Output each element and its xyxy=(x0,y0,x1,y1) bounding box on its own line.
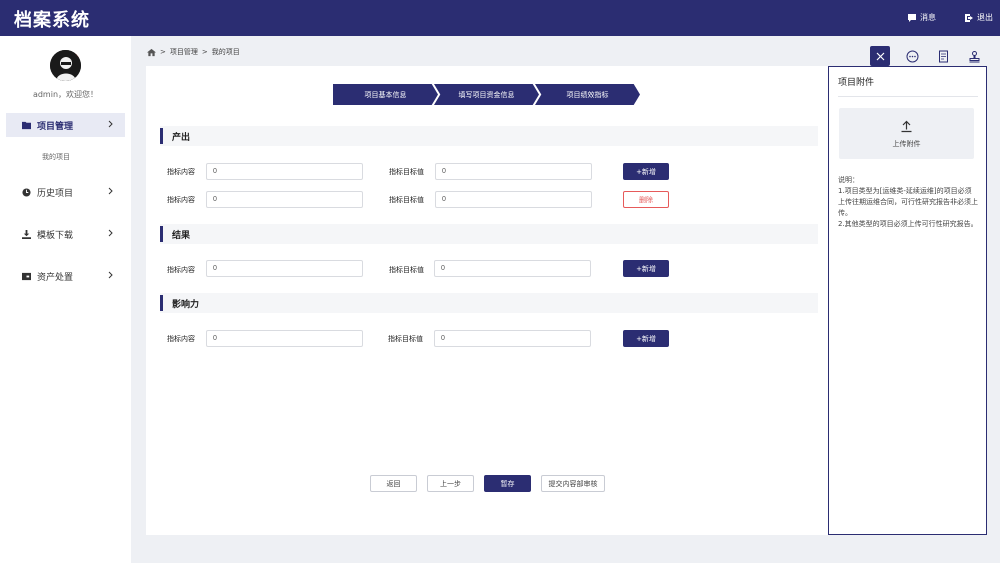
indicator-target-input[interactable] xyxy=(435,191,592,208)
asset-icon xyxy=(22,272,31,280)
content-label: 指标内容 xyxy=(167,335,195,343)
sidebar-item-template-download[interactable]: 模板下载 xyxy=(6,222,125,246)
content-label: 指标内容 xyxy=(167,196,195,204)
chevron-right-icon xyxy=(108,187,113,195)
note-item: 2.其他类型的项目必须上传可行性研究报告。 xyxy=(838,220,978,228)
document-button[interactable] xyxy=(933,46,953,66)
section-accent-bar xyxy=(160,226,163,242)
sidebar-item-label: 项目管理 xyxy=(37,121,74,132)
close-icon xyxy=(876,52,884,60)
chat-icon xyxy=(908,13,916,22)
prev-step-button[interactable]: 上一步 xyxy=(427,475,474,492)
stamp-button[interactable] xyxy=(964,46,984,66)
add-row-button[interactable]: +新增 xyxy=(623,330,669,347)
document-icon xyxy=(938,50,948,62)
add-row-button[interactable]: +新增 xyxy=(623,163,669,180)
avatar[interactable] xyxy=(50,50,81,81)
more-icon xyxy=(906,50,918,62)
section-accent-bar xyxy=(160,295,163,311)
step-funding-info[interactable]: 填写项目资金信息 xyxy=(434,84,539,105)
sidebar-item-project-management[interactable]: 项目管理 xyxy=(6,113,125,137)
sidebar-item-asset-disposal[interactable]: 资产处置 xyxy=(6,264,125,288)
target-label: 指标目标值 xyxy=(389,266,424,274)
sidebar-item-label: 历史项目 xyxy=(37,188,74,199)
breadcrumb-item[interactable]: 项目管理 xyxy=(170,47,198,57)
section-output: 产出 xyxy=(160,126,818,146)
section-result: 结果 xyxy=(160,224,818,244)
delete-row-button[interactable]: 删除 xyxy=(623,191,669,208)
avatar-image xyxy=(50,50,81,81)
section-title: 产出 xyxy=(172,133,191,143)
attachment-panel: 项目附件 上传附件 说明： 1.项目类型为[运维类-延续运维]的项目必须上传往期… xyxy=(828,66,987,535)
indicator-content-input[interactable] xyxy=(206,330,363,347)
messages-button[interactable]: 消息 xyxy=(907,12,936,23)
logout-button[interactable]: 退出 xyxy=(964,12,993,23)
sidebar-item-label: 模板下载 xyxy=(37,230,74,241)
step-basic-info[interactable]: 项目基本信息 xyxy=(333,84,438,105)
indicator-content-input[interactable] xyxy=(206,191,363,208)
sidebar-item-history[interactable]: 历史项目 xyxy=(6,180,125,204)
section-accent-bar xyxy=(160,128,163,144)
upload-attachment-button[interactable]: 上传附件 xyxy=(839,108,974,159)
breadcrumb: > 项目管理 > 我的项目 xyxy=(147,47,240,57)
stamp-icon xyxy=(969,50,979,62)
indicator-content-input[interactable] xyxy=(206,260,363,277)
top-bar: 档案系统 消息 退出 xyxy=(0,0,1000,36)
content-label: 指标内容 xyxy=(167,266,195,274)
folder-icon xyxy=(22,121,31,129)
sidebar-item-label: 资产处置 xyxy=(37,272,74,283)
section-title: 结果 xyxy=(172,231,191,241)
close-panel-button[interactable] xyxy=(870,46,890,66)
save-draft-button[interactable]: 暂存 xyxy=(484,475,531,492)
user-greeting: admin，欢迎您！ xyxy=(32,90,99,99)
add-row-button[interactable]: +新增 xyxy=(623,260,669,277)
panel-title: 项目附件 xyxy=(838,78,875,88)
target-label: 指标目标值 xyxy=(389,168,424,176)
target-label: 指标目标值 xyxy=(388,335,423,343)
clock-icon xyxy=(22,187,31,197)
step-performance-indicators[interactable]: 项目绩效指标 xyxy=(535,84,640,105)
home-icon[interactable] xyxy=(147,48,156,57)
content-label: 指标内容 xyxy=(167,168,195,176)
sidebar-subitem-my-projects[interactable]: 我的项目 xyxy=(42,152,70,162)
target-label: 指标目标值 xyxy=(389,196,424,204)
upload-icon xyxy=(901,120,912,133)
back-button[interactable]: 返回 xyxy=(370,475,417,492)
chevron-right-icon xyxy=(108,229,113,237)
app-title: 档案系统 xyxy=(14,10,90,31)
download-icon xyxy=(22,229,31,239)
indicator-target-input[interactable] xyxy=(434,330,591,347)
upload-label: 上传附件 xyxy=(892,140,921,148)
main-panel: 项目基本信息 填写项目资金信息 项目绩效指标 产出 指标内容 指标目标值 +新增… xyxy=(146,66,828,535)
logout-label: 退出 xyxy=(977,13,993,22)
section-title: 影响力 xyxy=(172,300,200,310)
messages-label: 消息 xyxy=(920,13,936,22)
section-impact: 影响力 xyxy=(160,293,818,313)
comments-button[interactable] xyxy=(902,46,922,66)
divider xyxy=(838,96,978,97)
step-progress: 项目基本信息 填写项目资金信息 项目绩效指标 xyxy=(333,84,640,105)
note-item: 1.项目类型为[运维类-延续运维]的项目必须上传往期运维合同，可行性研究报告非必… xyxy=(838,187,978,217)
chevron-right-icon xyxy=(108,120,113,128)
submit-review-button[interactable]: 提交内容部审核 xyxy=(541,475,605,492)
chevron-right-icon xyxy=(108,271,113,279)
attachment-notes: 说明： 1.项目类型为[运维类-延续运维]的项目必须上传往期运维合同，可行性研究… xyxy=(838,175,978,230)
indicator-target-input[interactable] xyxy=(434,260,591,277)
indicator-content-input[interactable] xyxy=(206,163,363,180)
indicator-target-input[interactable] xyxy=(435,163,592,180)
logout-icon xyxy=(965,13,973,22)
sidebar: admin，欢迎您！ 项目管理 我的项目 历史项目 模板下载 资产处置 xyxy=(0,36,131,563)
notes-heading: 说明： xyxy=(838,176,859,184)
breadcrumb-item[interactable]: 我的项目 xyxy=(212,47,240,57)
